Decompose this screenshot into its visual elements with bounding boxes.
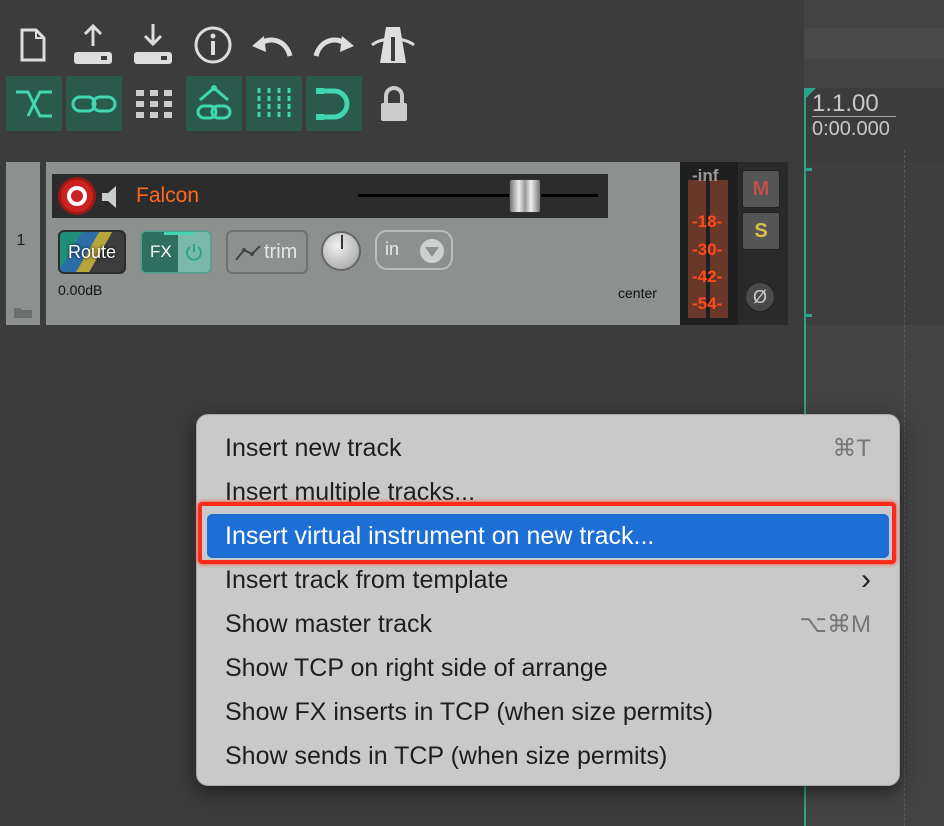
record-arm-icon [67, 186, 87, 206]
crossfade-icon[interactable] [6, 76, 62, 131]
meter-tick-42: -42- [692, 267, 723, 286]
menu-item-show-tcp-right[interactable]: Show TCP on right side of arrange [207, 646, 889, 690]
context-menu: Insert new track ⌘T Insert multiple trac… [196, 414, 900, 786]
volume-readout: 0.00dB [58, 282, 103, 298]
trim-button[interactable]: trim [226, 230, 308, 274]
info-icon[interactable] [190, 20, 236, 70]
menu-item-label: Show sends in TCP (when size permits) [225, 741, 668, 770]
lane-marker-bottom [806, 314, 812, 317]
record-arm-button[interactable] [58, 177, 96, 215]
download-icon[interactable] [130, 20, 176, 70]
fx-power-icon [186, 244, 202, 261]
pan-readout: center [618, 285, 657, 301]
menu-item-show-fx-inserts[interactable]: Show FX inserts in TCP (when size permit… [207, 690, 889, 734]
mute-button[interactable]: M [742, 170, 780, 208]
solo-button[interactable]: S [742, 212, 780, 250]
speaker-icon[interactable] [100, 184, 126, 210]
grid-lines-icon[interactable] [246, 76, 302, 131]
link-icon[interactable] [66, 76, 122, 131]
fx-label: FX [150, 242, 172, 261]
menu-item-shortcut: ⌘T [832, 434, 871, 462]
pan-knob-pointer [341, 235, 343, 249]
fx-active-indicator [164, 232, 194, 235]
pan-knob[interactable] [321, 231, 361, 271]
volume-slider-track[interactable] [358, 194, 598, 197]
folder-icon[interactable] [14, 306, 32, 318]
metronome-icon[interactable] [370, 20, 416, 70]
menu-item-insert-new-track[interactable]: Insert new track ⌘T [207, 426, 889, 470]
fx-bypass-area[interactable] [178, 232, 210, 272]
menu-item-show-master-track[interactable]: Show master track ⌥⌘M [207, 602, 889, 646]
menu-item-label: Show FX inserts in TCP (when size permit… [225, 697, 714, 726]
snap-magnet-icon[interactable] [306, 76, 362, 131]
track-name-bar[interactable]: Falcon [52, 174, 608, 218]
track-number: 1 [16, 232, 26, 249]
meter-tick-30: -30- [692, 240, 723, 259]
menu-item-label: Insert track from template [225, 565, 509, 594]
cursor-marker-icon [804, 88, 816, 100]
ripple-link-icon[interactable] [186, 76, 242, 131]
annotation-highlight-frame [198, 502, 896, 564]
route-button[interactable]: Route [58, 230, 126, 274]
ruler-header [804, 28, 944, 58]
redo-icon[interactable] [310, 20, 356, 70]
menu-item-label: Show master track [225, 609, 433, 638]
menu-item-show-sends[interactable]: Show sends in TCP (when size permits) [207, 734, 889, 778]
ruler-divider [812, 116, 896, 117]
input-select[interactable]: in [375, 230, 453, 270]
route-label: Route [67, 241, 117, 262]
chevron-down-icon [420, 239, 444, 263]
undo-icon[interactable] [250, 20, 296, 70]
phase-invert-button[interactable]: Ø [745, 282, 775, 312]
meter-tick-18: -18- [692, 212, 723, 231]
new-project-icon[interactable] [10, 20, 56, 70]
ruler-time: 0:00.000 [812, 118, 890, 140]
grid-line [904, 150, 905, 826]
input-label: in [385, 239, 400, 259]
ruler-bars: 1.1.00 [812, 90, 879, 117]
timeline-ruler[interactable]: 1.1.00 0:00.000 [804, 88, 944, 162]
track-name[interactable]: Falcon [136, 184, 199, 208]
lane-marker-top [806, 168, 812, 171]
volume-slider-handle[interactable] [509, 179, 541, 213]
grid-icon[interactable] [126, 76, 182, 131]
lock-icon[interactable] [366, 76, 422, 131]
envelope-icon [235, 245, 261, 261]
fx-button[interactable]: FX [140, 230, 212, 274]
track-number-column[interactable]: 1 [6, 162, 40, 325]
menu-item-shortcut: ⌥⌘M [799, 610, 871, 638]
trim-label: trim [264, 240, 298, 263]
save-upload-icon[interactable] [70, 20, 116, 70]
meter-tick-54: -54- [692, 294, 723, 313]
submenu-chevron-icon: › [861, 563, 871, 596]
menu-item-insert-track-from-template[interactable]: Insert track from template › [207, 558, 889, 602]
track-lane[interactable] [806, 162, 944, 325]
menu-item-label: Insert new track [225, 433, 402, 462]
menu-item-label: Show TCP on right side of arrange [225, 653, 608, 682]
meter-peak: -inf [692, 166, 719, 185]
